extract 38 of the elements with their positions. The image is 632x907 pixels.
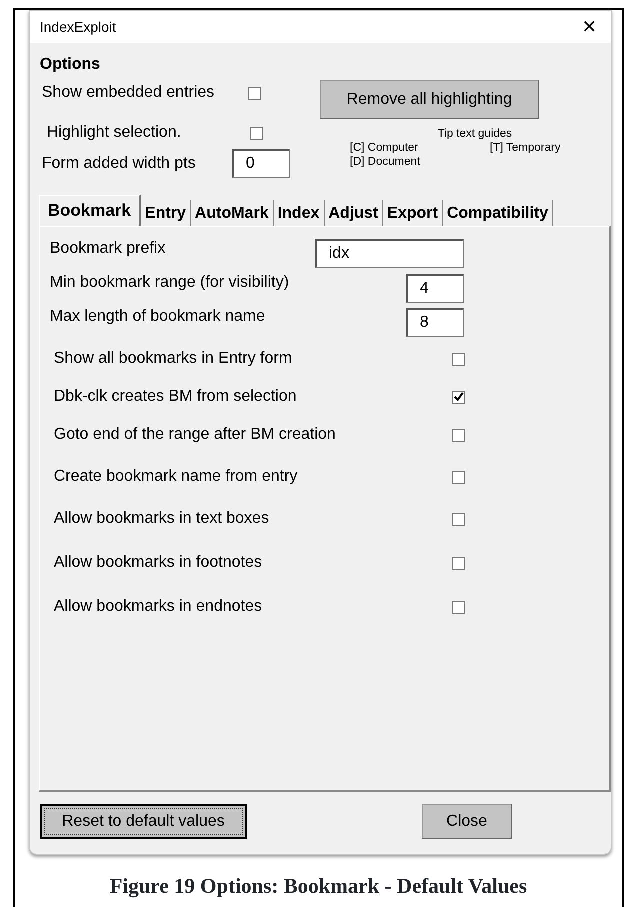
field-label: Form added width pts: [42, 154, 197, 174]
checkbox[interactable]: [248, 86, 261, 100]
tip-text: [C] Computer: [350, 142, 420, 156]
section-heading: Options: [40, 55, 102, 75]
checkbox[interactable]: [452, 390, 465, 404]
window-title: IndexExploit: [40, 18, 116, 37]
option-label: Create bookmark name from entry: [54, 467, 299, 487]
checkbox[interactable]: [452, 556, 465, 570]
option-label: Allow bookmarks in text boxes: [54, 509, 270, 529]
width-input[interactable]: 0: [232, 149, 290, 178]
option-label: Dbk-clk creates BM from selection: [54, 387, 298, 407]
checkbox[interactable]: [452, 352, 465, 366]
close-button[interactable]: ✕: [578, 18, 601, 36]
checkbox[interactable]: [452, 428, 465, 442]
option-label: Goto end of the range after BM creation: [54, 425, 337, 445]
text-input[interactable]: idx: [315, 239, 464, 268]
checkbox[interactable]: [452, 512, 465, 526]
text-input[interactable]: 4: [406, 274, 464, 303]
checkbox[interactable]: [452, 600, 465, 614]
text-input[interactable]: 8: [406, 308, 464, 337]
close-button[interactable]: Close: [422, 804, 512, 839]
checkbox[interactable]: [250, 126, 263, 140]
option-label: Show embedded entries: [42, 83, 216, 103]
tab[interactable]: Bookmark: [39, 195, 142, 226]
tip-text: [D] Document: [350, 156, 422, 170]
figure-caption: Figure 19 Options: Bookmark - Default Values: [108, 873, 528, 900]
tip-text: [T] Temporary: [490, 142, 562, 156]
remove-highlighting-button[interactable]: Remove all highlighting: [320, 80, 539, 119]
tip-heading: Tip text guides: [436, 128, 514, 142]
reset-button[interactable]: Reset to default values: [40, 804, 247, 839]
field-label: Min bookmark range (for visibility): [50, 273, 290, 293]
checkbox[interactable]: [452, 470, 465, 484]
option-label: Allow bookmarks in endnotes: [54, 597, 264, 617]
field-label: Bookmark prefix: [50, 239, 167, 259]
option-label: Highlight selection.: [47, 123, 182, 143]
option-label: Allow bookmarks in footnotes: [54, 553, 264, 573]
field-label: Max length of bookmark name: [50, 307, 266, 327]
option-label: Show all bookmarks in Entry form: [54, 349, 294, 369]
